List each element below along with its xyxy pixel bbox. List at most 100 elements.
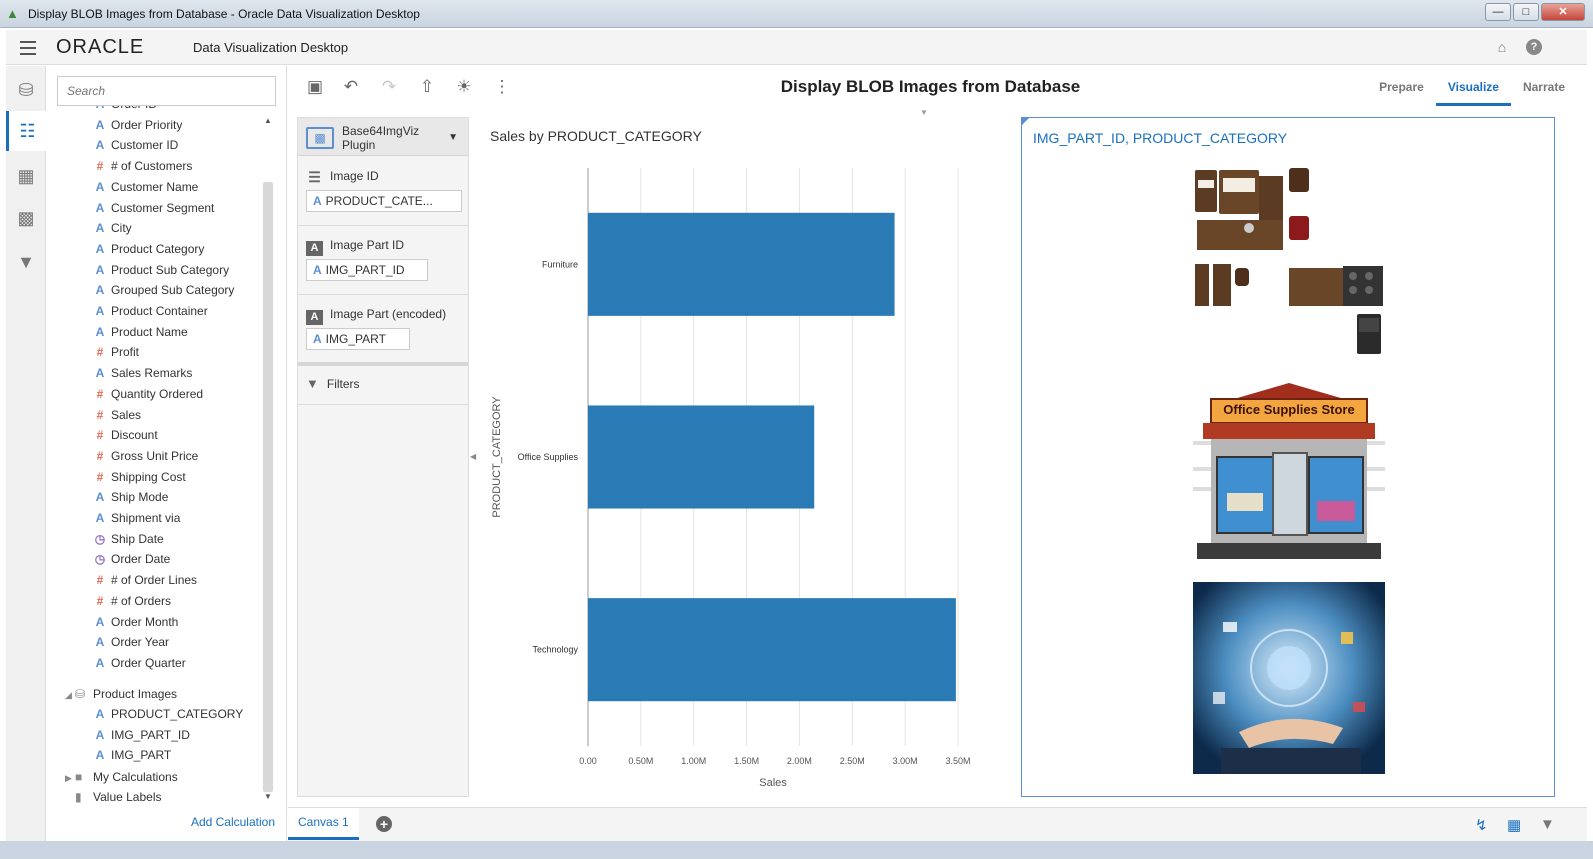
- image-viz-title: IMG_PART_ID, PRODUCT_CATEGORY: [1033, 130, 1288, 146]
- bar-chart[interactable]: Sales by PRODUCT_CATEGORY 0.00 0.50M 1.00M 1…: [480, 118, 1010, 798]
- scroll-thumb[interactable]: [263, 182, 273, 792]
- data-element-item[interactable]: A Shipment via: [93, 508, 181, 528]
- pill-product-category[interactable]: A PRODUCT_CATE...: [306, 190, 462, 212]
- scroll-down-icon[interactable]: ▼: [261, 790, 275, 804]
- time-icon: ◷: [94, 531, 106, 546]
- visualizations-icon[interactable]: ▦: [6, 156, 46, 196]
- minimize-button[interactable]: —: [1485, 3, 1511, 21]
- data-element-item[interactable]: A Product Sub Category: [93, 260, 229, 280]
- y-tick-label: Office Supplies: [518, 452, 579, 462]
- x-tick-label: 1.00M: [681, 756, 706, 766]
- measure-icon: #: [96, 428, 104, 443]
- x-tick-label: 3.50M: [945, 756, 970, 766]
- pill-img-part[interactable]: A IMG_PART: [306, 328, 410, 350]
- data-element-item[interactable]: A Ship Mode: [93, 487, 169, 507]
- data-panel: ◢⛁Product Images ▶■My Calculations ▮Valu…: [47, 66, 287, 841]
- folder-product-images[interactable]: ◢ ⛁ Product Images: [65, 684, 177, 704]
- data-element-item[interactable]: A Sales Remarks: [93, 363, 193, 383]
- data-element-label: Order ID: [111, 106, 157, 111]
- tab-prepare[interactable]: Prepare: [1367, 66, 1436, 106]
- bar-chart-icon[interactable]: ▩: [6, 198, 46, 238]
- data-element-label: Product Name: [111, 324, 188, 339]
- collapse-triangle-icon[interactable]: ◢: [65, 685, 75, 705]
- data-element-item[interactable]: A Grouped Sub Category: [93, 280, 235, 300]
- data-element-item[interactable]: A IMG_PART_ID: [93, 725, 190, 745]
- canvas-menu-icon[interactable]: ▼: [920, 108, 928, 117]
- y-axis-label: PRODUCT_CATEGORY: [491, 396, 503, 518]
- measure-icon: #: [96, 345, 104, 360]
- data-element-item[interactable]: A PRODUCT_CATEGORY: [93, 704, 244, 724]
- data-element-item[interactable]: ◷ Order Date: [93, 549, 171, 569]
- data-element-item[interactable]: # Profit: [93, 342, 139, 362]
- attribute-icon: A: [95, 635, 105, 650]
- tab-narrate[interactable]: Narrate: [1511, 66, 1577, 106]
- data-element-item[interactable]: # Discount: [93, 425, 158, 445]
- data-element-item[interactable]: # Gross Unit Price: [93, 446, 199, 466]
- filter-icon[interactable]: ▼: [6, 242, 46, 282]
- toolbar: ▣ ↶ ↷ ⇧ ☀ ⋮ Display BLOB Images from Dat…: [288, 66, 1587, 108]
- data-element-item[interactable]: # # of Customers: [93, 156, 193, 176]
- y-tick-label: Furniture: [542, 259, 578, 269]
- expand-triangle-icon[interactable]: ▶: [65, 768, 75, 788]
- data-element-label: Order Quarter: [111, 655, 186, 670]
- tag-icon: ▮: [75, 790, 82, 804]
- data-element-item[interactable]: A Order Quarter: [93, 653, 186, 673]
- filters-section[interactable]: ▼ Filters: [306, 376, 360, 391]
- data-element-label: Ship Mode: [111, 490, 169, 505]
- data-element-item[interactable]: A Customer Name: [93, 177, 199, 197]
- hamburger-menu-icon[interactable]: [20, 41, 36, 55]
- database-icon: ⛁: [75, 687, 86, 701]
- data-element-item[interactable]: A Product Container: [93, 301, 208, 321]
- add-calculation-link[interactable]: Add Calculation: [191, 815, 275, 829]
- data-element-item[interactable]: A City: [93, 218, 132, 238]
- visualization-properties-icon[interactable]: ▦: [1507, 816, 1521, 834]
- data-element-item[interactable]: A Customer Segment: [93, 198, 215, 218]
- app-header: ORACLE Data Visualization Desktop ⌂ ?: [6, 30, 1587, 65]
- add-canvas-icon[interactable]: +: [376, 816, 392, 832]
- data-element-item[interactable]: A Order ID: [93, 106, 157, 114]
- chart-title: Sales by PRODUCT_CATEGORY: [490, 128, 703, 144]
- auto-apply-icon[interactable]: ↯: [1475, 816, 1488, 834]
- image-visualization[interactable]: IMG_PART_ID, PRODUCT_CATEGORY Office Sup…: [1021, 117, 1555, 797]
- attribute-icon: A: [95, 655, 105, 670]
- close-button[interactable]: ✕: [1541, 3, 1585, 21]
- data-element-item[interactable]: A Order Year: [93, 632, 169, 652]
- x-tick-label: 3.00M: [893, 756, 918, 766]
- data-element-item[interactable]: A Order Month: [93, 612, 179, 632]
- pill-img-part-id[interactable]: A IMG_PART_ID: [306, 259, 428, 281]
- filter-icon[interactable]: ▼: [1540, 816, 1555, 833]
- data-element-item[interactable]: # # of Orders: [93, 591, 171, 611]
- home-icon[interactable]: ⌂: [1494, 39, 1510, 55]
- viz-type-selector[interactable]: ▩ Base64ImgViz Plugin ▼: [298, 118, 468, 156]
- data-element-item[interactable]: A Customer ID: [93, 135, 179, 155]
- data-element-item[interactable]: # Shipping Cost: [93, 467, 186, 487]
- database-icon[interactable]: ⛁: [6, 70, 46, 110]
- data-elements-icon[interactable]: ☷: [6, 111, 46, 151]
- data-element-item[interactable]: # Quantity Ordered: [93, 384, 203, 404]
- data-element-item[interactable]: A IMG_PART: [93, 745, 172, 765]
- chevron-down-icon[interactable]: ▼: [448, 132, 458, 143]
- data-element-item[interactable]: # # of Order Lines: [93, 570, 197, 590]
- data-element-item[interactable]: A Order Priority: [93, 115, 183, 135]
- tab-visualize[interactable]: Visualize: [1435, 66, 1511, 106]
- help-icon[interactable]: ?: [1526, 39, 1542, 55]
- collapse-panel-icon[interactable]: ◀: [470, 452, 476, 461]
- tab-canvas-1[interactable]: Canvas 1: [288, 808, 359, 840]
- data-element-item[interactable]: ◷ Ship Date: [93, 529, 164, 549]
- technology-image: [1193, 582, 1385, 774]
- folder-my-calculations[interactable]: ▶ ■ My Calculations: [65, 767, 178, 787]
- maximize-button[interactable]: □: [1513, 3, 1539, 21]
- data-element-item[interactable]: A Product Category: [93, 239, 205, 259]
- data-element-item[interactable]: A Product Name: [93, 322, 188, 342]
- data-element-item[interactable]: # Sales: [93, 405, 141, 425]
- office-supplies-store-image: Office Supplies Store: [1193, 383, 1385, 561]
- attribute-icon: A: [313, 332, 322, 346]
- image-plugin-icon: ▩: [306, 127, 334, 149]
- folder-value-labels[interactable]: ▮ Value Labels: [65, 787, 162, 804]
- data-panel-scrollbar[interactable]: ▲ ▼: [261, 114, 275, 804]
- scroll-up-icon[interactable]: ▲: [261, 114, 275, 128]
- attribute-icon: A: [95, 366, 105, 381]
- data-elements-tree: ◢ ⛁ Product Images ▶ ■ My Calculations ▮ Valu…: [47, 106, 260, 804]
- search-input[interactable]: [57, 76, 276, 106]
- attribute-icon: A: [95, 283, 105, 298]
